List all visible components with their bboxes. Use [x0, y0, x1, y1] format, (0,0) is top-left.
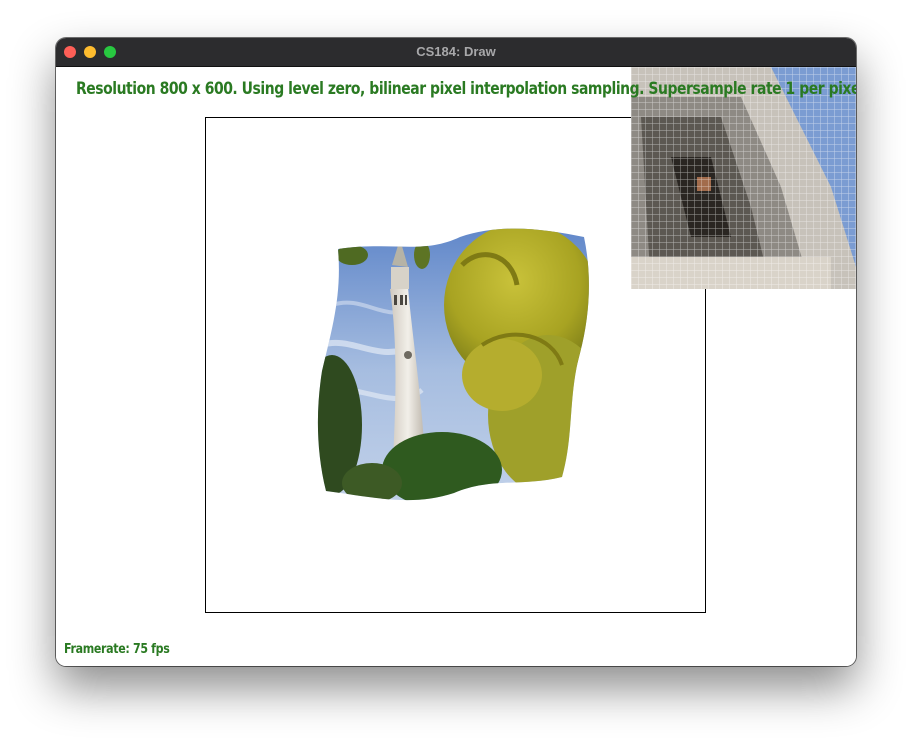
title-bar[interactable]: CS184: Draw: [56, 38, 856, 67]
app-window: CS184: Draw Resolution 800 x 600. Using …: [56, 38, 856, 666]
window-title: CS184: Draw: [416, 44, 496, 59]
pixel-zoom-inset: [631, 67, 856, 289]
draw-canvas[interactable]: Resolution 800 x 600. Using level zero, …: [56, 67, 856, 666]
framerate-text: Framerate: 75 fps: [64, 642, 170, 657]
status-text: Resolution 800 x 600. Using level zero, …: [76, 79, 856, 99]
warped-texture-image: [317, 228, 589, 501]
